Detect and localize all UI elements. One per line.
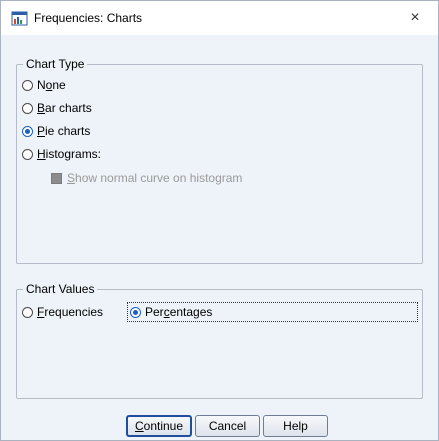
histograms-radio[interactable]: Histograms: [22, 146, 101, 162]
chart-values-legend: Chart Values [23, 282, 98, 296]
frequencies-charts-dialog: Frequencies: Charts × Chart Type None Ba… [0, 0, 439, 441]
frequencies-label: Frequencies [37, 305, 104, 319]
none-radio-circle [22, 79, 33, 91]
percentages-radio[interactable]: Percentages [130, 304, 212, 320]
title-bar: Frequencies: Charts × [1, 1, 438, 35]
close-icon: × [410, 9, 420, 26]
normal-curve-checkbox-box [51, 172, 62, 184]
continue-label: Continue [134, 419, 184, 433]
chart-type-group: Chart Type [16, 57, 423, 264]
histograms-radio-circle [22, 148, 33, 160]
close-button[interactable]: × [392, 1, 438, 35]
pie-charts-radio-circle [22, 125, 33, 137]
cancel-label: Cancel [208, 419, 247, 433]
percentages-label: Percentages [145, 305, 213, 319]
help-button[interactable]: Help [263, 415, 328, 437]
cancel-button[interactable]: Cancel [195, 415, 260, 437]
help-label: Help [283, 419, 308, 433]
pie-charts-label: Pie charts [37, 124, 91, 138]
chart-type-legend: Chart Type [23, 57, 88, 71]
frequencies-radio-circle [22, 306, 33, 318]
bar-charts-radio[interactable]: Bar charts [22, 100, 92, 116]
normal-curve-checkbox[interactable]: Show normal curve on histogram [51, 170, 242, 186]
none-label: None [37, 78, 66, 92]
normal-curve-label: Show normal curve on histogram [67, 171, 243, 185]
window-title: Frequencies: Charts [34, 11, 143, 25]
percentages-radio-circle [130, 306, 141, 318]
pie-charts-radio[interactable]: Pie charts [22, 123, 90, 139]
bar-charts-label: Bar charts [37, 101, 92, 115]
spss-window-icon [11, 11, 28, 26]
frequencies-radio[interactable]: Frequencies [22, 304, 103, 320]
histograms-label: Histograms: [37, 147, 102, 161]
bar-charts-radio-circle [22, 102, 33, 114]
continue-button[interactable]: Continue [126, 415, 192, 437]
none-radio[interactable]: None [22, 77, 66, 93]
